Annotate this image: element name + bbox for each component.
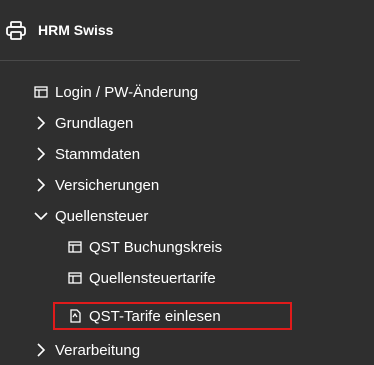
sidebar-item-quellensteuertarife[interactable]: Quellensteuertarife	[68, 263, 216, 293]
chevron-down-icon	[34, 209, 48, 223]
sidebar-item-login[interactable]: Login / PW-Änderung	[34, 77, 198, 107]
chevron-right-icon	[34, 343, 48, 357]
sidebar-item-label: Versicherungen	[55, 176, 160, 194]
printer-icon[interactable]	[5, 20, 27, 42]
sidebar-item-label: Stammdaten	[55, 145, 141, 163]
sidebar-item-label: QST Buchungskreis	[89, 238, 223, 256]
chevron-right-icon	[34, 147, 48, 161]
header-divider	[0, 60, 300, 61]
sidebar-item-label: Verarbeitung	[55, 341, 141, 359]
sidebar-item-label: Login / PW-Änderung	[55, 83, 199, 101]
sidebar-item-label: Quellensteuertarife	[89, 269, 216, 287]
sidebar-item-verarbeitung[interactable]: Verarbeitung	[34, 335, 140, 365]
sidebar-item-qst-buchungskreis[interactable]: QST Buchungskreis	[68, 232, 222, 262]
table-icon	[68, 240, 82, 254]
table-icon	[34, 85, 48, 99]
sidebar-item-quellensteuer[interactable]: Quellensteuer	[34, 201, 148, 231]
highlight-box	[53, 302, 292, 330]
sidebar-item-grundlagen[interactable]: Grundlagen	[34, 108, 133, 138]
app-title: HRM Swiss	[38, 22, 114, 38]
sidebar-item-label: Grundlagen	[55, 114, 134, 132]
table-icon	[68, 271, 82, 285]
sidebar-item-label: Quellensteuer	[55, 207, 149, 225]
sidebar-item-versicherungen[interactable]: Versicherungen	[34, 170, 159, 200]
sidebar-item-stammdaten[interactable]: Stammdaten	[34, 139, 140, 169]
chevron-right-icon	[34, 178, 48, 192]
sidebar-header: HRM Swiss	[0, 0, 374, 60]
chevron-right-icon	[34, 116, 48, 130]
